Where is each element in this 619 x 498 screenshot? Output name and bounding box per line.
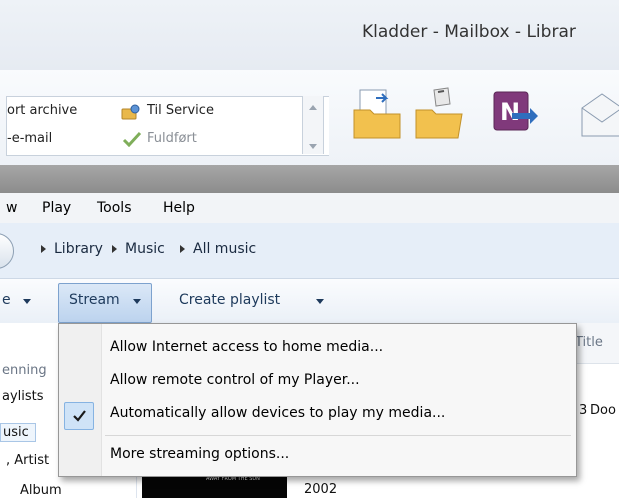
column-title[interactable]: Title [575,335,603,350]
organize-button-fragment[interactable]: e [2,292,11,308]
breadcrumb-all-music[interactable]: All music [193,241,256,257]
onenote-icon[interactable]: N [484,86,538,142]
quick-step-archive[interactable]: ort archive [7,103,77,118]
quick-step-fuldfort[interactable]: Fuldført [147,131,197,146]
breadcrumb-separator-icon [41,245,46,253]
library-toolbar: e Stream Create playlist [0,279,619,324]
move-to-folder-icon[interactable] [350,86,406,142]
team-icon [121,104,140,120]
scroll-arrows-icon [309,105,317,149]
ribbon-divider-strip [0,165,619,193]
envelope-icon[interactable] [578,86,619,142]
menu-item-allow-internet-access[interactable]: Allow Internet access to home media... [110,339,383,355]
breadcrumb-library[interactable]: Library [54,241,103,257]
menu-help[interactable]: Help [163,200,195,216]
checkmark-icon [73,410,86,422]
checkmark-icon [122,131,142,147]
breadcrumb-separator-icon [112,245,117,253]
track-number: 3 [579,403,588,418]
quick-step-email[interactable]: -e-mail [7,131,52,146]
menu-play[interactable]: Play [42,200,71,216]
menu-item-allow-remote-control[interactable]: Allow remote control of my Player... [110,372,360,388]
address-bar: Library Music All music [0,223,619,279]
chevron-down-icon [23,299,31,304]
checked-state-box [64,402,94,430]
menu-item-auto-allow-devices[interactable]: Automatically allow devices to play my m… [110,405,445,421]
outlook-ribbon: ort archive Til Service -e-mail Fuldført… [0,70,619,165]
menu-separator [105,435,571,436]
outlook-title-bar: Kladder - Mailbox - Librar [0,0,619,70]
create-playlist-button[interactable]: Create playlist [179,292,280,308]
nav-music-selected[interactable]: usic [0,423,36,442]
nav-header-fragment: enning [2,363,47,378]
stream-dropdown-menu: Allow Internet access to home media... A… [58,323,577,477]
menu-view[interactable]: w [6,200,17,216]
window-title: Kladder - Mailbox - Librar [362,22,576,42]
nav-playlists[interactable]: aylists [2,389,44,404]
album-year: 2002 [304,482,338,497]
player-menu-bar: w Play Tools Help [0,193,619,223]
menu-icon-gutter [59,324,102,476]
back-button[interactable] [0,233,14,269]
quick-steps-scrollbar[interactable] [302,96,324,154]
breadcrumb-music[interactable]: Music [125,241,165,257]
stream-label: Stream [69,292,120,308]
breadcrumb-separator-icon [180,245,185,253]
chevron-down-icon [133,299,141,304]
menu-tools[interactable]: Tools [97,200,132,216]
nav-artist[interactable]: , Artist [6,453,49,468]
rules-icon[interactable] [412,84,468,142]
menu-item-more-streaming-options[interactable]: More streaming options... [110,446,289,462]
nav-album[interactable]: Album [20,483,62,498]
quick-steps-gallery: ort archive Til Service -e-mail Fuldført [6,96,329,156]
chevron-down-icon[interactable] [316,299,324,304]
quick-step-til-service[interactable]: Til Service [147,103,214,118]
track-title-fragment[interactable]: Doo [590,403,616,418]
svg-text:N: N [500,98,520,126]
